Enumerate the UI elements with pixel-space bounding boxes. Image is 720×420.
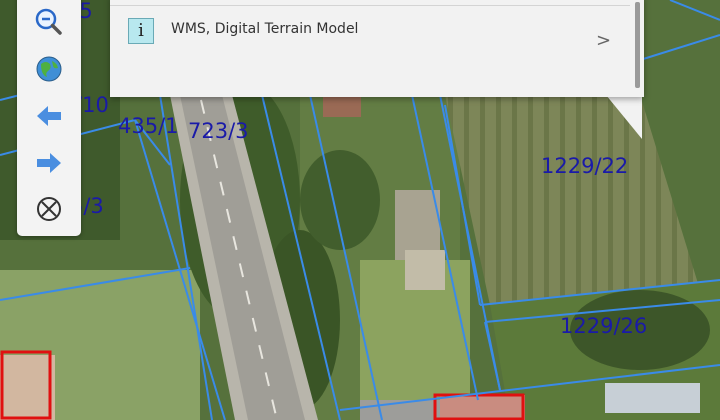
parcel-label: 1229/26 [560, 314, 647, 338]
forward-arrow-icon[interactable] [33, 147, 65, 179]
popup-scrollbar[interactable] [635, 2, 640, 88]
back-arrow-icon[interactable] [33, 100, 65, 132]
popup-divider [110, 5, 630, 6]
globe-icon[interactable] [33, 53, 65, 85]
parcel-label: 1229/22 [541, 154, 628, 178]
parcel-label: 435/1 [118, 114, 179, 138]
crosshair-icon[interactable] [33, 193, 65, 225]
info-icon: i [128, 18, 154, 44]
layer-row-wms-dtm[interactable]: i WMS, Digital Terrain Model > [128, 18, 618, 50]
zoom-out-icon[interactable] [33, 6, 65, 38]
layer-popup: i WMS, Digital Terrain Model > [110, 0, 644, 97]
chevron-right-icon[interactable]: > [596, 32, 611, 50]
popup-tail [606, 95, 642, 139]
parcel-label: 723/3 [188, 119, 249, 143]
layer-label: WMS, Digital Terrain Model [171, 21, 359, 37]
map-toolbar [17, 0, 81, 236]
